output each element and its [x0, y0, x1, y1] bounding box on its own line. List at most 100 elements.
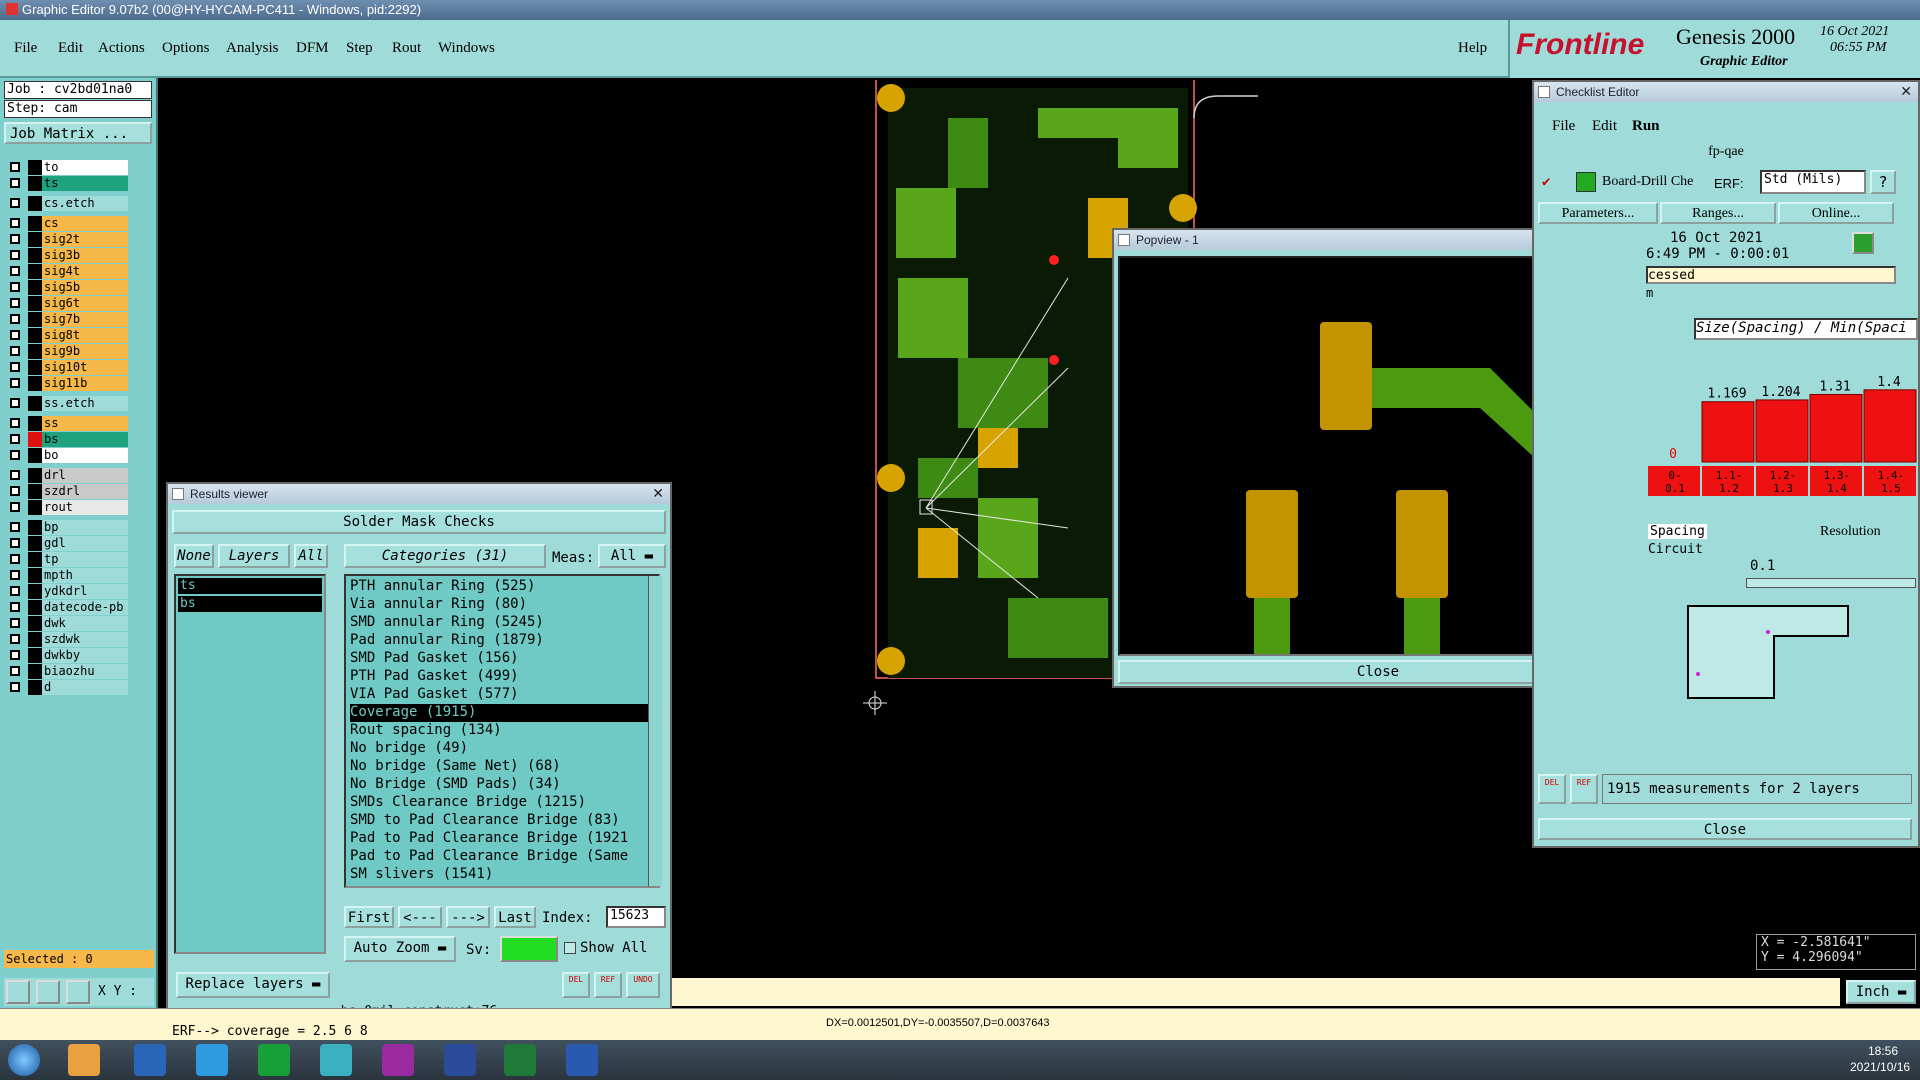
layer-checkbox[interactable]: [10, 570, 20, 580]
layer-checkbox[interactable]: [10, 554, 20, 564]
categories-button[interactable]: Categories (31): [344, 544, 546, 568]
category-item[interactable]: SMDs Clearance Bridge (1215): [350, 794, 586, 812]
histogram-bar[interactable]: [1809, 393, 1863, 463]
layer-checkbox[interactable]: [10, 666, 20, 676]
layer-checkbox[interactable]: [10, 178, 20, 188]
show-all-checkbox[interactable]: [564, 942, 576, 954]
layer-row-gdl[interactable]: gdl: [6, 536, 128, 551]
menu-file[interactable]: File: [14, 40, 37, 57]
select-tool-icon[interactable]: [6, 980, 30, 1004]
layer-checkbox[interactable]: [10, 682, 20, 692]
layer-name[interactable]: rout: [42, 500, 128, 515]
layer-row-sig6t[interactable]: sig6t: [6, 296, 128, 311]
layer-name[interactable]: cs: [42, 216, 128, 231]
layer-name[interactable]: to: [42, 160, 128, 175]
layer-row-sig3b[interactable]: sig3b: [6, 248, 128, 263]
help-button[interactable]: ?: [1870, 170, 1896, 194]
close-icon[interactable]: ✕: [1900, 83, 1912, 100]
layer-checkbox[interactable]: [10, 538, 20, 548]
layer-filter-bs[interactable]: bs: [178, 596, 322, 612]
layer-name[interactable]: szdwk: [42, 632, 128, 647]
layer-row-sig7b[interactable]: sig7b: [6, 312, 128, 327]
layer-checkbox[interactable]: [10, 650, 20, 660]
category-item[interactable]: Pad annular Ring (1879): [350, 632, 544, 650]
layer-row-sig2t[interactable]: sig2t: [6, 232, 128, 247]
grid-tool-icon[interactable]: [66, 980, 90, 1004]
menu-dfm[interactable]: DFM: [296, 40, 329, 57]
layer-name[interactable]: biaozhu: [42, 664, 128, 679]
layer-name[interactable]: sig3b: [42, 248, 128, 263]
layer-row-bp[interactable]: bp: [6, 520, 128, 535]
menu-edit[interactable]: Edit: [58, 40, 83, 57]
layer-checkbox[interactable]: [10, 450, 20, 460]
layer-filter-ts[interactable]: ts: [178, 578, 322, 594]
layer-checkbox[interactable]: [10, 378, 20, 388]
layer-filter-list[interactable]: ts bs: [174, 574, 326, 954]
replace-layers-select[interactable]: Replace layers ▬: [176, 972, 330, 998]
menu-windows[interactable]: Windows: [438, 40, 495, 57]
layer-name[interactable]: bp: [42, 520, 128, 535]
sv-color-select[interactable]: [500, 936, 558, 962]
layer-name[interactable]: sig5b: [42, 280, 128, 295]
layer-row-sig11b[interactable]: sig11b: [6, 376, 128, 391]
layer-name[interactable]: dwk: [42, 616, 128, 631]
circuit-label[interactable]: Circuit: [1648, 542, 1703, 557]
layer-name[interactable]: ss.etch: [42, 396, 128, 411]
all-button[interactable]: All: [294, 544, 328, 568]
layer-checkbox[interactable]: [10, 398, 20, 408]
layer-row-dwk[interactable]: dwk: [6, 616, 128, 631]
none-button[interactable]: None: [174, 544, 214, 568]
layer-row-ydkdrl[interactable]: ydkdrl: [6, 584, 128, 599]
layer-checkbox[interactable]: [10, 266, 20, 276]
popview-canvas[interactable]: [1118, 256, 1602, 656]
layer-checkbox[interactable]: [10, 162, 20, 172]
layer-name[interactable]: datecode-pb: [42, 600, 128, 615]
layer-row-sig5b[interactable]: sig5b: [6, 280, 128, 295]
layer-checkbox[interactable]: [10, 298, 20, 308]
layer-checkbox[interactable]: [10, 434, 20, 444]
menu-analysis[interactable]: Analysis: [226, 40, 279, 57]
ref-button[interactable]: REF: [594, 972, 622, 998]
spacing-select[interactable]: Spacing Circuit: [1646, 522, 1718, 562]
histogram-bar[interactable]: [1755, 399, 1809, 463]
checklist-menu-edit[interactable]: Edit: [1592, 118, 1617, 135]
layer-row-sig10t[interactable]: sig10t: [6, 360, 128, 375]
layer-name[interactable]: sig8t: [42, 328, 128, 343]
category-item[interactable]: SM slivers (1541): [350, 866, 493, 884]
menu-options[interactable]: Options: [162, 40, 210, 57]
layer-name[interactable]: sig9b: [42, 344, 128, 359]
layer-checkbox[interactable]: [10, 282, 20, 292]
layer-name[interactable]: sig4t: [42, 264, 128, 279]
layer-checkbox[interactable]: [10, 602, 20, 612]
layer-checkbox[interactable]: [10, 198, 20, 208]
layer-checkbox[interactable]: [10, 250, 20, 260]
layer-row-szdrl[interactable]: szdrl: [6, 484, 128, 499]
first-button[interactable]: First: [344, 906, 394, 928]
zoom-search-icon[interactable]: [1852, 232, 1874, 254]
layer-checkbox[interactable]: [10, 418, 20, 428]
auto-zoom-select[interactable]: Auto Zoom ▬: [344, 936, 456, 962]
layer-row-cs-etch[interactable]: cs.etch: [6, 196, 128, 211]
layer-row-drl[interactable]: drl: [6, 468, 128, 483]
checklist-close-button[interactable]: Close: [1538, 818, 1912, 840]
spacing-label[interactable]: Spacing: [1648, 524, 1707, 539]
layer-row-sig4t[interactable]: sig4t: [6, 264, 128, 279]
layer-checkbox[interactable]: [10, 502, 20, 512]
layer-row-ss-etch[interactable]: ss.etch: [6, 396, 128, 411]
layer-row-to[interactable]: to: [6, 160, 128, 175]
categories-scrollbar[interactable]: [648, 576, 662, 886]
x-app-icon[interactable]: [382, 1044, 414, 1076]
layer-name[interactable]: tp: [42, 552, 128, 567]
layer-checkbox[interactable]: [10, 586, 20, 596]
layer-row-mpth[interactable]: mpth: [6, 568, 128, 583]
layer-name[interactable]: sig6t: [42, 296, 128, 311]
layer-name[interactable]: drl: [42, 468, 128, 483]
job-matrix-button[interactable]: Job Matrix ...: [4, 122, 152, 144]
category-item[interactable]: Coverage (1915): [350, 704, 650, 722]
layer-name[interactable]: szdrl: [42, 484, 128, 499]
close-icon[interactable]: ✕: [652, 485, 664, 502]
layer-row-dwkby[interactable]: dwkby: [6, 648, 128, 663]
layer-name[interactable]: sig7b: [42, 312, 128, 327]
layer-name[interactable]: ss: [42, 416, 128, 431]
layer-row-sig9b[interactable]: sig9b: [6, 344, 128, 359]
